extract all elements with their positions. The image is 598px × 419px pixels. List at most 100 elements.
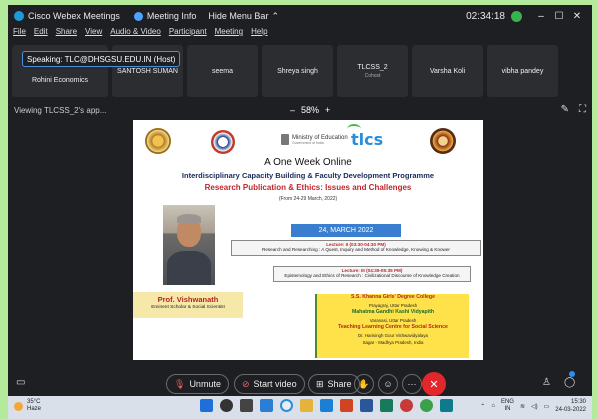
leave-meeting-button[interactable]: ✕	[422, 372, 446, 396]
zoom-in-button[interactable]: +	[325, 105, 330, 115]
app-name: Cisco Webex Meetings	[28, 11, 120, 21]
hide-menu-bar-label: Hide Menu Bar	[208, 11, 269, 21]
participant-tile[interactable]: Varsha Koli	[412, 45, 483, 97]
network-icon[interactable]: ⌂	[491, 403, 495, 409]
app-icon-2[interactable]	[320, 399, 333, 412]
chrome-icon[interactable]	[280, 399, 293, 412]
zoom-out-button[interactable]: –	[290, 105, 295, 115]
participant-tile[interactable]: TLCSS_2 Cohost	[337, 45, 408, 97]
participant-name: Varsha Koli	[429, 67, 466, 75]
menu-participant[interactable]: Participant	[169, 27, 207, 41]
hide-menu-bar-button[interactable]: Hide Menu Bar ⌃	[208, 11, 279, 22]
taskbar: 35°C Haze ⌃ ⌂ ENG IN ≋ ◁) ▭ 15:30 24-03-…	[8, 396, 592, 419]
participant-tile[interactable]: seema	[187, 45, 258, 97]
participant-name: Shreya singh	[277, 67, 318, 75]
view-options: ✎ ⛶	[561, 104, 586, 115]
region-code: IN	[504, 406, 511, 412]
lecture-3-box: Lecture: III (04:35-05:35 PM) Epistemolo…	[273, 266, 471, 282]
notification-dot	[569, 371, 575, 377]
menu-file[interactable]: File	[13, 27, 26, 41]
task-view-icon[interactable]	[240, 399, 253, 412]
raise-hand-button[interactable]: ✋	[354, 374, 374, 394]
language-code: ENG	[500, 399, 514, 405]
windows-start-icon[interactable]	[200, 399, 213, 412]
speaker-photo	[163, 205, 215, 285]
app-icon-1[interactable]	[260, 399, 273, 412]
ministry-logo: Ministry of Education Government of Indi…	[281, 134, 348, 145]
participant-name: Rohini Economics	[31, 76, 89, 84]
title-bar: Cisco Webex Meetings Meeting Info Hide M…	[8, 5, 592, 27]
menu-bar: File Edit Share View Audio & Video Parti…	[8, 27, 271, 41]
share-button[interactable]: ⊞ Share	[308, 374, 360, 394]
word-icon[interactable]	[360, 399, 373, 412]
weather-desc: Haze	[27, 406, 42, 412]
menu-help[interactable]: Help	[251, 27, 267, 41]
weather-widget[interactable]: 35°C Haze	[14, 399, 41, 413]
org-1-location: Prayagraj, Uttar Pradesh	[368, 302, 418, 308]
powerpoint-icon[interactable]	[340, 399, 353, 412]
tlcs-logo: tlcs	[347, 124, 383, 149]
tray-chevron-icon[interactable]: ⌃	[480, 403, 485, 410]
more-options-button[interactable]: ···	[402, 374, 422, 394]
participant-name: TLCSS_2	[357, 63, 388, 71]
fullscreen-icon[interactable]: ⛶	[579, 104, 586, 115]
menu-audio-video[interactable]: Audio & Video	[110, 27, 161, 41]
menu-view[interactable]: View	[85, 27, 102, 41]
haze-weather-icon	[14, 401, 23, 411]
meeting-info-button[interactable]: Meeting Info	[126, 11, 197, 21]
slide-line-2: Interdisciplinary Capacity Building & Fa…	[181, 171, 435, 180]
webex-taskbar-icon[interactable]	[440, 399, 453, 412]
battery-icon[interactable]: ▭	[544, 403, 550, 410]
zoom-control: – 58% +	[290, 105, 330, 115]
clock[interactable]: 15:30 24-03-2022	[555, 398, 586, 414]
clock-date: 24-03-2022	[555, 407, 586, 413]
org-2-location: Varanasi, Uttar Pradesh	[369, 317, 417, 323]
lecture-2-text: Research and Researching : A Quest, Inqu…	[262, 247, 450, 252]
reactions-button[interactable]: ☺	[378, 374, 398, 394]
unmute-label: Unmute	[189, 379, 221, 389]
weather-temp: 35°C	[27, 399, 41, 405]
maximize-button[interactable]: ☐	[550, 11, 568, 22]
slide-line-4: (From 24-29 March, 2022)	[278, 196, 338, 202]
share-icon: ⊞	[316, 378, 324, 389]
app-icon-5[interactable]	[420, 399, 433, 412]
ministry-name: Ministry of Education	[292, 134, 348, 141]
start-video-label: Start video	[253, 379, 297, 389]
participant-name: seema	[211, 67, 233, 75]
app-icon-3[interactable]	[380, 399, 393, 412]
menu-edit[interactable]: Edit	[34, 27, 48, 41]
participants-icon[interactable]: ♙	[542, 377, 551, 388]
meeting-status-icon[interactable]	[511, 10, 522, 22]
close-button[interactable]: ✕	[568, 11, 586, 22]
app-icon-4[interactable]	[400, 399, 413, 412]
viewing-label: Viewing TLCSS_2's app...	[14, 106, 107, 115]
start-video-button[interactable]: ⊘ Start video	[234, 374, 305, 394]
shared-screen[interactable]: Ministry of Education Government of Indi…	[133, 120, 483, 360]
system-tray: ⌃ ⌂ ENG IN ≋ ◁) ▭ 15:30 24-03-2022	[480, 398, 586, 414]
menu-share[interactable]: Share	[56, 27, 77, 41]
meeting-info-label: Meeting Info	[146, 11, 197, 21]
search-icon[interactable]	[220, 399, 233, 412]
org-2: Mahatma Gandhi Kashi Vidyapith	[351, 309, 435, 315]
speaker-name: Prof. Vishwanath	[157, 295, 219, 304]
chevron-up-icon: ⌃	[271, 10, 279, 21]
org-3: Teaching Learning Centre for Social Scie…	[338, 324, 448, 330]
chat-icon[interactable]: ▭	[16, 377, 25, 388]
volume-icon[interactable]: ◁)	[531, 403, 538, 410]
participant-tile[interactable]: Shreya singh	[262, 45, 333, 97]
chat-bubble-icon[interactable]: ◯	[564, 377, 575, 388]
org-3-sub: Dr. Harisingh Gour Vishwavidyalaya	[358, 332, 428, 338]
participant-name: vibha pandey	[501, 67, 544, 75]
language-indicator[interactable]: ENG IN	[501, 399, 514, 413]
slide-line-1: A One Week Online	[264, 157, 352, 168]
minimize-button[interactable]: –	[532, 11, 550, 22]
annotate-icon[interactable]: ✎	[561, 104, 569, 115]
unmute-button[interactable]: 🎙 Unmute	[166, 374, 229, 394]
menu-meeting[interactable]: Meeting	[215, 27, 243, 41]
webex-logo-icon	[14, 11, 24, 21]
file-explorer-icon[interactable]	[300, 399, 313, 412]
participant-name: SANTOSH SUMAN	[117, 67, 178, 75]
wifi-icon[interactable]: ≋	[520, 403, 525, 410]
zoom-level: 58%	[301, 105, 320, 115]
participant-tile[interactable]: vibha pandey	[487, 45, 558, 97]
